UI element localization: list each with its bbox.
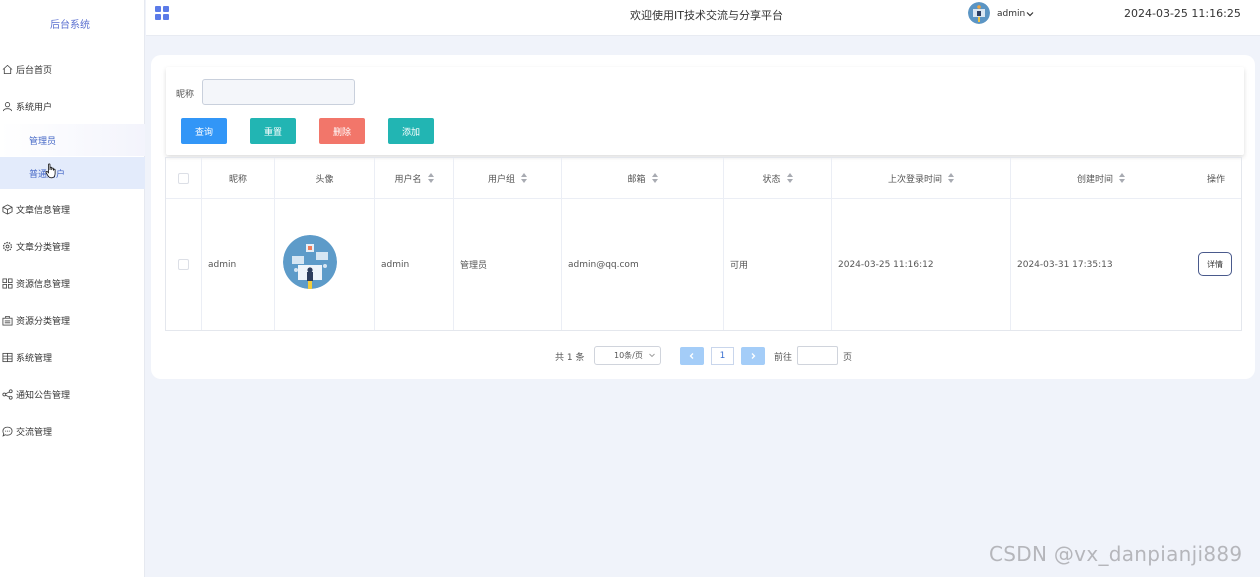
- sort-icon[interactable]: [1119, 173, 1125, 183]
- sidebar-item-label: 后台首页: [16, 65, 53, 76]
- prev-page-button[interactable]: [680, 347, 704, 365]
- username-cell: admin: [381, 259, 410, 270]
- header-avatar[interactable]: [968, 2, 990, 24]
- search-label: 昵称: [176, 90, 195, 100]
- header-username: admin: [997, 9, 1026, 19]
- chevron-right-icon: [751, 353, 756, 359]
- select-all-checkbox[interactable]: [178, 172, 189, 184]
- chevron-down-icon: [649, 353, 655, 358]
- page-number-button[interactable]: 1: [711, 347, 734, 365]
- goto-page-input[interactable]: [797, 346, 838, 365]
- table-icon: [2, 352, 13, 363]
- group-cell: 管理员: [460, 261, 488, 271]
- column-header-sortable[interactable]: 用户名: [375, 158, 453, 198]
- sidebar-subitem-label: 管理员: [29, 136, 57, 147]
- chevron-down-icon: [1026, 12, 1034, 17]
- column-header: 昵称: [202, 158, 274, 198]
- header-datetime: 2024-03-25 11:16:25: [1124, 7, 1241, 20]
- page-size-select[interactable]: 10条/页: [594, 346, 661, 365]
- last-login-cell: 2024-03-25 11:16:12: [838, 259, 934, 270]
- delete-button[interactable]: 删除: [319, 118, 365, 144]
- top-header: 欢迎使用IT技术交流与分享平台 admin 2024-03-25 11:16:2…: [146, 0, 1260, 36]
- user-icon: [2, 101, 13, 112]
- column-header-sortable[interactable]: 上次登录时间: [832, 158, 1010, 198]
- column-header-label: 用户组: [487, 174, 515, 185]
- column-header-sortable[interactable]: 状态: [724, 158, 831, 198]
- column-header: 操作: [1191, 158, 1241, 198]
- sort-icon[interactable]: [651, 173, 658, 183]
- cube-icon: [2, 203, 13, 215]
- hand-cursor-icon: [45, 163, 56, 179]
- select-all-cell: [166, 158, 201, 198]
- column-header-sortable[interactable]: 邮箱: [562, 158, 723, 198]
- users-table: 昵称 头像 用户名 用户组 邮箱 状态 上次登录时间 创建时间 操作 admin: [165, 157, 1242, 331]
- sidebar-item-resource-info[interactable]: 资源信息管理: [0, 267, 145, 299]
- sidebar-item-home[interactable]: 后台首页: [0, 53, 145, 85]
- brand-title: 后台系统: [50, 20, 90, 31]
- row-checkbox[interactable]: [178, 259, 189, 270]
- page-size-value: 10条/页: [614, 351, 643, 360]
- page-suffix-label: 页: [843, 353, 853, 363]
- sidebar-subitem-normal-user[interactable]: 普通用户: [0, 157, 145, 189]
- email-cell: admin@qq.com: [568, 259, 639, 270]
- nickname-cell: admin: [208, 259, 237, 270]
- briefcase-icon: [2, 315, 13, 326]
- grid-icon: [2, 278, 13, 289]
- row-select-cell: [166, 198, 201, 331]
- column-header-label: 昵称: [228, 174, 247, 185]
- home-icon: [2, 64, 13, 75]
- goto-label: 前往: [774, 353, 793, 363]
- column-header-label: 操作: [1206, 174, 1225, 185]
- column-header-sortable[interactable]: 创建时间: [1011, 158, 1191, 198]
- sidebar-item-communication[interactable]: 交流管理: [0, 415, 145, 447]
- sidebar-item-label: 系统用户: [16, 102, 53, 113]
- column-header-label: 创建时间: [1076, 174, 1113, 185]
- sort-icon[interactable]: [521, 173, 527, 183]
- sidebar-item-label: 系统管理: [16, 353, 53, 364]
- watermark: CSDN @vx_danpianji889: [989, 542, 1243, 566]
- column-header-sortable[interactable]: 用户组: [454, 158, 561, 198]
- menu-toggle-icon[interactable]: [155, 6, 169, 20]
- share-icon: [2, 388, 13, 400]
- sidebar-item-article-info[interactable]: 文章信息管理: [0, 193, 145, 225]
- sidebar-item-resource-category[interactable]: 资源分类管理: [0, 304, 145, 336]
- chevron-left-icon: [689, 353, 694, 359]
- column-header-label: 用户名: [394, 174, 422, 185]
- column-header-label: 邮箱: [627, 174, 646, 185]
- sidebar-subitem-admin[interactable]: 管理员: [0, 124, 145, 156]
- add-button[interactable]: 添加: [388, 118, 434, 144]
- next-page-button[interactable]: [741, 347, 765, 365]
- status-cell: 可用: [730, 261, 749, 271]
- sidebar-item-label: 资源信息管理: [16, 279, 71, 290]
- gear-icon: [2, 241, 13, 252]
- nickname-search-input[interactable]: [202, 79, 355, 105]
- sidebar: 后台系统 后台首页 系统用户 管理员 普通用户 文章信息管理 文章分类管理: [0, 0, 145, 577]
- reset-button[interactable]: 重置: [250, 118, 296, 144]
- sort-icon[interactable]: [948, 173, 954, 183]
- sidebar-item-notice[interactable]: 通知公告管理: [0, 378, 145, 410]
- sidebar-item-article-category[interactable]: 文章分类管理: [0, 230, 145, 262]
- sort-icon[interactable]: [427, 173, 434, 183]
- detail-button[interactable]: 详情: [1198, 252, 1232, 276]
- chat-icon: [2, 426, 13, 437]
- sidebar-item-label: 文章信息管理: [16, 205, 71, 216]
- user-menu[interactable]: admin: [997, 9, 1034, 19]
- sidebar-item-label: 资源分类管理: [16, 316, 71, 327]
- pagination-total: 共 1 条: [555, 353, 585, 363]
- sidebar-item-system-management[interactable]: 系统管理: [0, 341, 145, 373]
- header-title: 欢迎使用IT技术交流与分享平台: [630, 9, 783, 22]
- column-header-label: 上次登录时间: [887, 174, 942, 185]
- sidebar-item-label: 交流管理: [16, 427, 53, 438]
- sidebar-item-system-users[interactable]: 系统用户: [0, 90, 145, 122]
- column-header: 头像: [275, 158, 374, 198]
- sidebar-item-label: 文章分类管理: [16, 242, 71, 253]
- query-button[interactable]: 查询: [181, 118, 227, 144]
- created-time-cell: 2024-03-31 17:35:13: [1017, 259, 1113, 270]
- column-header-label: 状态: [762, 174, 781, 185]
- column-header-label: 头像: [315, 174, 334, 185]
- sort-icon[interactable]: [786, 173, 793, 183]
- user-avatar: [283, 235, 337, 289]
- sidebar-item-label: 通知公告管理: [16, 390, 71, 401]
